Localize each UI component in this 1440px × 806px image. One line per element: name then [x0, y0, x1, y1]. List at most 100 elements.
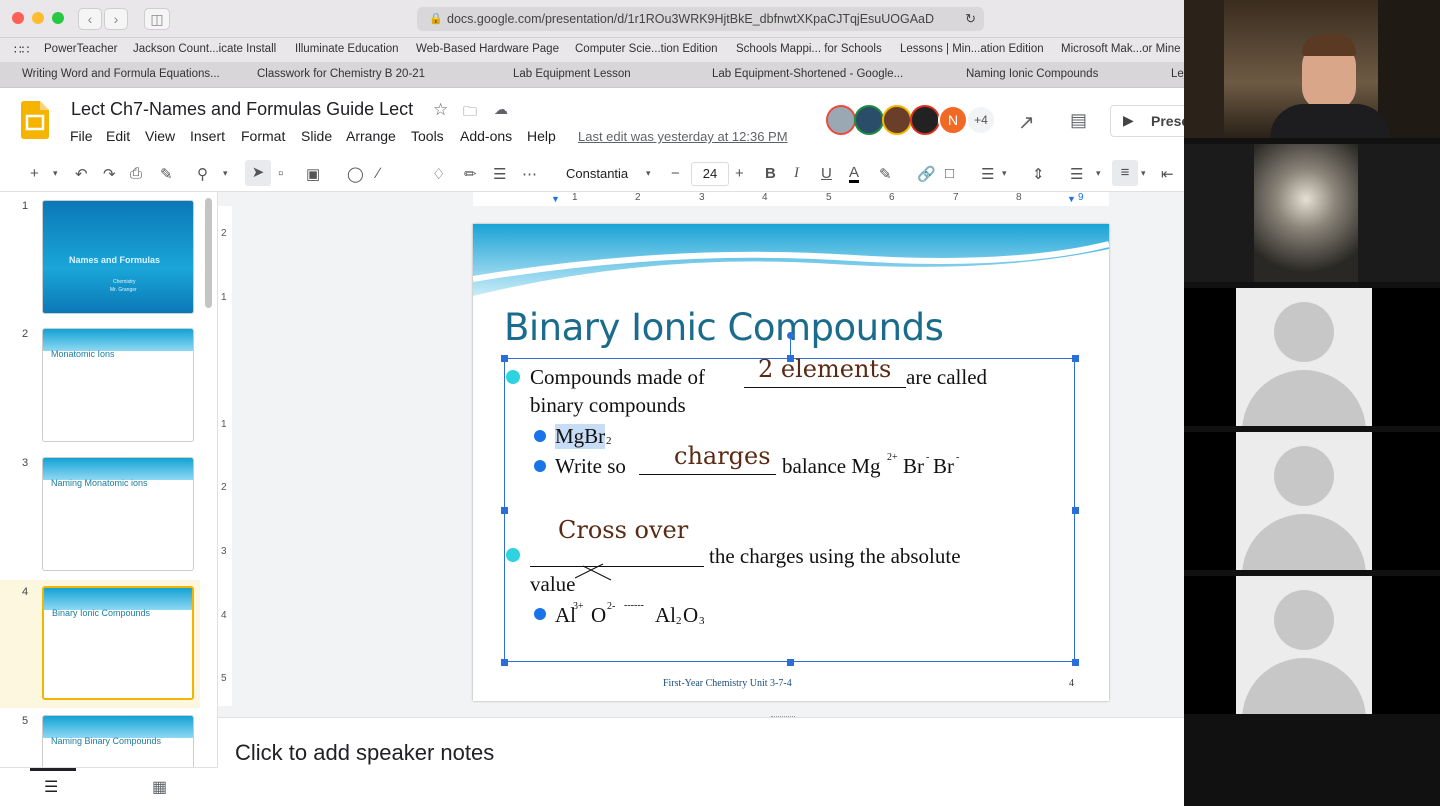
bookmark-item[interactable]: Schools Mappi... for Schools: [736, 43, 882, 55]
filmstrip-scrollbar[interactable]: [205, 198, 212, 308]
avatar[interactable]: [826, 105, 856, 135]
video-tile-participant[interactable]: [1184, 144, 1440, 282]
slide-thumbnail-1[interactable]: Names and Formulas Chemistry Mr. Granger: [42, 200, 194, 314]
bookmark-item[interactable]: Web-Based Hardware Page: [416, 43, 559, 55]
avatar[interactable]: [854, 105, 884, 135]
select-cursor-icon[interactable]: ➤: [245, 160, 271, 186]
last-edit-link[interactable]: Last edit was yesterday at 12:36 PM: [578, 129, 788, 144]
highlight-icon[interactable]: ✎: [879, 165, 892, 183]
redo-icon[interactable]: ↷: [103, 165, 116, 183]
chevron-down-icon[interactable]: ▾: [1096, 168, 1101, 179]
speaker-notes-placeholder[interactable]: Click to add speaker notes: [235, 740, 494, 766]
avatar[interactable]: [910, 105, 940, 135]
bookmark-item[interactable]: Computer Scie...tion Edition: [575, 43, 718, 55]
bookmark-item[interactable]: Microsoft Mak...or Mine: [1061, 43, 1181, 55]
slide-thumbnail-4[interactable]: Binary Ionic Compounds: [42, 586, 194, 700]
cloud-status-icon[interactable]: ☁: [494, 101, 508, 118]
vertical-ruler[interactable]: 2 1 1 2 3 4 5: [218, 206, 232, 706]
zoom-icon[interactable]: ⚲: [197, 165, 208, 183]
chevron-down-icon[interactable]: ▾: [1002, 168, 1007, 179]
menu-help[interactable]: Help: [527, 128, 556, 144]
close-window-icon[interactable]: [12, 12, 24, 24]
resize-handle[interactable]: [787, 659, 794, 666]
back-icon[interactable]: ‹: [78, 8, 102, 30]
avatar[interactable]: N: [938, 105, 968, 135]
image-icon[interactable]: ▣: [306, 165, 320, 183]
resize-handle[interactable]: [501, 507, 508, 514]
bookmark-item[interactable]: PowerTeacher: [44, 43, 118, 55]
add-comment-icon[interactable]: □: [945, 165, 954, 182]
browser-tab[interactable]: Classwork for Chemistry B 20-21: [257, 68, 425, 80]
activity-trend-icon[interactable]: ↗: [1018, 110, 1035, 135]
browser-tab[interactable]: Lab Equipment-Shortened - Google...: [712, 68, 903, 80]
resize-handle[interactable]: [1072, 659, 1079, 666]
line-icon[interactable]: ∕: [377, 165, 380, 182]
resize-handle[interactable]: [501, 355, 508, 362]
print-icon[interactable]: ⎙: [130, 165, 142, 182]
notes-resize-handle[interactable]: [771, 716, 795, 719]
sidebar-toggle-icon[interactable]: ◫: [144, 8, 170, 30]
decrease-indent-icon[interactable]: ⇤: [1161, 165, 1174, 183]
grid-view-icon[interactable]: ▦: [152, 777, 167, 797]
reload-icon[interactable]: ↻: [965, 7, 976, 31]
indent-marker-icon[interactable]: ▼: [1067, 194, 1076, 204]
undo-icon[interactable]: ↶: [75, 165, 88, 183]
new-slide-icon[interactable]: +: [30, 165, 39, 182]
url-bar[interactable]: 🔒 docs.google.com/presentation/d/1r1ROu3…: [417, 7, 984, 31]
menu-view[interactable]: View: [145, 128, 175, 144]
italic-icon[interactable]: I: [794, 165, 799, 182]
resize-handle[interactable]: [501, 659, 508, 666]
font-family-select[interactable]: Constantia ▾: [558, 164, 656, 184]
numbered-list-icon[interactable]: ☰: [1070, 165, 1083, 183]
horizontal-ruler[interactable]: 1 2 3 4 5 6 7 8 9 ▼ ▼: [473, 192, 1109, 206]
menu-file[interactable]: File: [70, 128, 93, 144]
border-dash-icon[interactable]: ⋯: [522, 165, 537, 183]
underline-icon[interactable]: U: [821, 165, 832, 182]
menu-tools[interactable]: Tools: [411, 128, 444, 144]
slide-thumbnail-3[interactable]: Naming Monatomic ions: [42, 457, 194, 571]
apps-grid-icon[interactable]: ∷∷: [14, 43, 29, 57]
avatar[interactable]: [882, 105, 912, 135]
border-color-icon[interactable]: ✏: [464, 165, 477, 183]
fill-color-icon[interactable]: ♢: [432, 165, 445, 183]
forward-icon[interactable]: ›: [104, 8, 128, 30]
slide-title[interactable]: Binary Ionic Compounds: [504, 306, 944, 349]
video-tile-participant[interactable]: [1184, 576, 1440, 714]
comments-icon[interactable]: ▤: [1070, 110, 1087, 131]
bookmark-item[interactable]: Lessons | Min...ation Edition: [900, 43, 1044, 55]
resize-handle[interactable]: [1072, 355, 1079, 362]
chevron-down-icon[interactable]: ▾: [223, 168, 228, 179]
font-size-input[interactable]: 24: [691, 162, 729, 186]
selected-text[interactable]: MgBr: [555, 424, 606, 449]
browser-tab[interactable]: Le: [1171, 68, 1184, 80]
browser-tab[interactable]: Naming Ionic Compounds: [966, 68, 1098, 80]
bold-icon[interactable]: B: [765, 165, 776, 182]
menu-addons[interactable]: Add-ons: [460, 128, 512, 144]
zoom-window-icon[interactable]: [52, 12, 64, 24]
slides-logo-icon[interactable]: [21, 101, 49, 139]
video-tile-participant[interactable]: [1184, 432, 1440, 570]
align-icon[interactable]: ☰: [981, 165, 994, 183]
text-box-icon[interactable]: ▫: [278, 165, 283, 182]
rotate-handle[interactable]: [787, 332, 794, 339]
chevron-down-icon[interactable]: ▾: [1141, 168, 1146, 179]
link-icon[interactable]: 🔗: [917, 165, 936, 183]
current-slide[interactable]: Binary Ionic Compounds Compounds made of…: [473, 224, 1109, 701]
menu-slide[interactable]: Slide: [301, 128, 332, 144]
indent-marker-icon[interactable]: ▼: [551, 194, 560, 204]
decrease-font-icon[interactable]: −: [671, 165, 680, 182]
bookmark-item[interactable]: Jackson Count...icate Install: [133, 43, 276, 55]
slide-thumbnail-2[interactable]: Monatomic Ions: [42, 328, 194, 442]
line-spacing-icon[interactable]: ⇕: [1032, 165, 1045, 183]
increase-font-icon[interactable]: +: [735, 165, 744, 182]
shape-icon[interactable]: ◯: [347, 165, 364, 183]
menu-edit[interactable]: Edit: [106, 128, 130, 144]
browser-tab[interactable]: Writing Word and Formula Equations...: [22, 68, 220, 80]
chevron-down-icon[interactable]: ▾: [53, 168, 58, 179]
menu-format[interactable]: Format: [241, 128, 285, 144]
filmstrip-view-icon[interactable]: ☰: [44, 777, 58, 797]
document-title[interactable]: Lect Ch7-Names and Formulas Guide Lect: [71, 99, 413, 120]
menu-arrange[interactable]: Arrange: [346, 128, 396, 144]
browser-tab[interactable]: Lab Equipment Lesson: [513, 68, 631, 80]
move-folder-icon[interactable]: 🗀: [463, 101, 477, 125]
